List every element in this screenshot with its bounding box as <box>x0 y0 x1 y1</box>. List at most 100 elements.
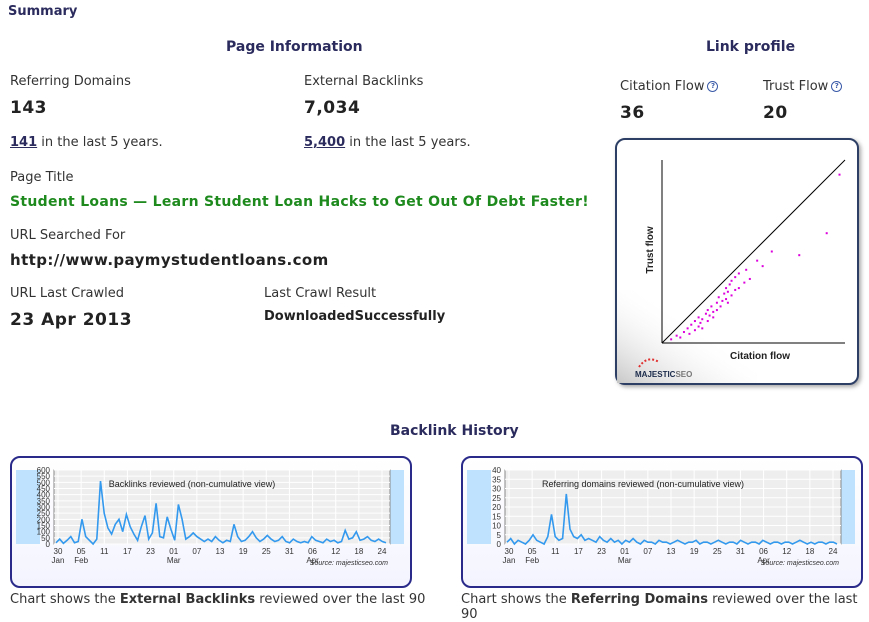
scatter-point <box>706 320 709 323</box>
scatter-point <box>734 288 737 291</box>
x-month-label: Jan <box>503 556 516 565</box>
scatter-point <box>730 279 733 282</box>
info-icon[interactable]: ? <box>707 81 719 92</box>
scatter-point <box>728 283 731 286</box>
referring-domains-recent: 141 in the last 5 years. <box>10 135 163 150</box>
y-tick-label: 0 <box>497 540 502 549</box>
scatter-point <box>726 290 729 293</box>
y-tick-label: 10 <box>492 522 501 531</box>
x-tick-label: 25 <box>262 547 271 556</box>
flow-metric-chart-card: Trust flow Citation flow MAJESTICSEO <box>615 138 859 385</box>
referring-domains-recent-link[interactable]: 141 <box>10 135 37 150</box>
caption-prefix-text: Chart shows the <box>461 592 571 607</box>
x-tick-label: 31 <box>285 547 294 556</box>
citation-flow-label: Citation Flow? <box>620 79 719 94</box>
scatter-point <box>838 173 841 176</box>
source-label: Source: majesticseo.com <box>761 560 839 567</box>
referring-domains-label: Referring Domains <box>10 74 131 89</box>
scatter-point <box>688 332 691 335</box>
info-icon[interactable]: ? <box>831 81 843 92</box>
scatter-point <box>710 305 713 308</box>
referring-domains-history-card: 0 5 10 15 20 25 30 35 40 30 05 11 17 23 01 07 13 19 25 31 06… <box>461 456 863 588</box>
logo-text: MAJESTICSEO <box>635 370 692 379</box>
caption-suffix-text: reviewed over the last 90 <box>255 592 426 607</box>
scatter-point <box>721 299 724 302</box>
scatter-point <box>737 287 740 290</box>
x-tick-label: 05 <box>77 547 86 556</box>
scatter-point <box>743 281 746 284</box>
x-tick-label: 18 <box>354 547 363 556</box>
scatter-point <box>708 314 711 317</box>
backlinks-chart-caption: Chart shows the External Backlinks revie… <box>10 592 425 607</box>
scatter-point <box>670 338 673 341</box>
x-tick-label: 05 <box>528 547 537 556</box>
logo-seo-text: SEO <box>675 370 692 379</box>
scatter-point <box>726 301 729 304</box>
x-tick-label: 01 <box>169 547 178 556</box>
scatter-point <box>675 334 678 337</box>
page-title-label: Page Title <box>10 170 74 185</box>
scatter-point <box>756 259 759 262</box>
scatter-point <box>697 316 700 319</box>
external-backlinks-recent-link[interactable]: 5,400 <box>304 135 345 150</box>
url-searched-value: http://www.paymystudentloans.com <box>10 251 329 269</box>
y-tick-label: 35 <box>492 475 501 484</box>
page-title-value: Student Loans — Learn Student Loan Hacks… <box>10 194 589 210</box>
y-tick-label: 15 <box>492 512 501 521</box>
url-searched-label: URL Searched For <box>10 228 126 243</box>
x-month-label: Feb <box>525 556 539 565</box>
scatter-point <box>825 232 828 235</box>
external-backlinks-label: External Backlinks <box>304 74 424 89</box>
x-month-label: Mar <box>167 556 181 565</box>
x-month-label: Feb <box>74 556 88 565</box>
scatter-point <box>682 331 685 334</box>
caption-bold-text: Referring Domains <box>570 592 708 607</box>
scatter-point <box>686 327 689 330</box>
x-tick-label: 06 <box>759 547 768 556</box>
chart-title: Referring domains reviewed (non-cumulati… <box>542 479 744 489</box>
x-tick-label: 11 <box>551 547 560 556</box>
x-tick-label: 23 <box>597 547 606 556</box>
x-tick-label: 06 <box>308 547 317 556</box>
backlinks-history-chart: 05010015020025030035040045050055060030 05… <box>16 466 404 567</box>
y-tick-label: 25 <box>492 494 501 503</box>
trust-flow-label-text: Trust Flow <box>763 79 829 94</box>
scatter-point <box>734 276 737 279</box>
scatter-point <box>717 296 720 299</box>
x-tick-label: 25 <box>713 547 722 556</box>
x-tick-label: 07 <box>192 547 201 556</box>
external-backlinks-value: 7,034 <box>304 98 361 118</box>
scatter-point <box>679 336 682 339</box>
citation-flow-value: 36 <box>620 103 645 123</box>
scatter-point <box>697 325 700 328</box>
x-tick-label: 18 <box>805 547 814 556</box>
x-tick-label: 19 <box>239 547 248 556</box>
x-tick-label: 12 <box>331 547 340 556</box>
scatter-point <box>715 301 718 304</box>
x-month-label: Mar <box>618 556 632 565</box>
last-crawl-result-label: Last Crawl Result <box>264 286 377 301</box>
x-tick-label: 07 <box>643 547 652 556</box>
trust-flow-label: Trust Flow? <box>763 79 843 94</box>
x-tick-label: 30 <box>54 547 63 556</box>
scatter-point <box>712 310 715 313</box>
scatter-point <box>715 309 718 312</box>
scatter-point <box>737 272 740 275</box>
scatter-point <box>690 323 693 326</box>
source-label: Source: majesticseo.com <box>310 560 388 567</box>
y-tick-label: 5 <box>497 531 502 540</box>
x-tick-label: 17 <box>574 547 583 556</box>
scatter-point <box>725 298 728 301</box>
scatter-point <box>748 277 751 280</box>
backlink-history-heading: Backlink History <box>390 423 519 439</box>
summary-heading: Summary <box>8 4 78 19</box>
chart-title: Backlinks reviewed (non-cumulative view) <box>109 479 276 489</box>
scatter-point <box>761 265 764 268</box>
x-tick-label: 19 <box>690 547 699 556</box>
caption-bold-text: External Backlinks <box>119 592 256 607</box>
x-tick-label: 13 <box>216 547 225 556</box>
y-tick-label: 30 <box>492 485 501 494</box>
caption-prefix-text: Chart shows the <box>10 592 120 607</box>
page-information-heading: Page Information <box>226 39 363 55</box>
x-tick-label: 23 <box>146 547 155 556</box>
